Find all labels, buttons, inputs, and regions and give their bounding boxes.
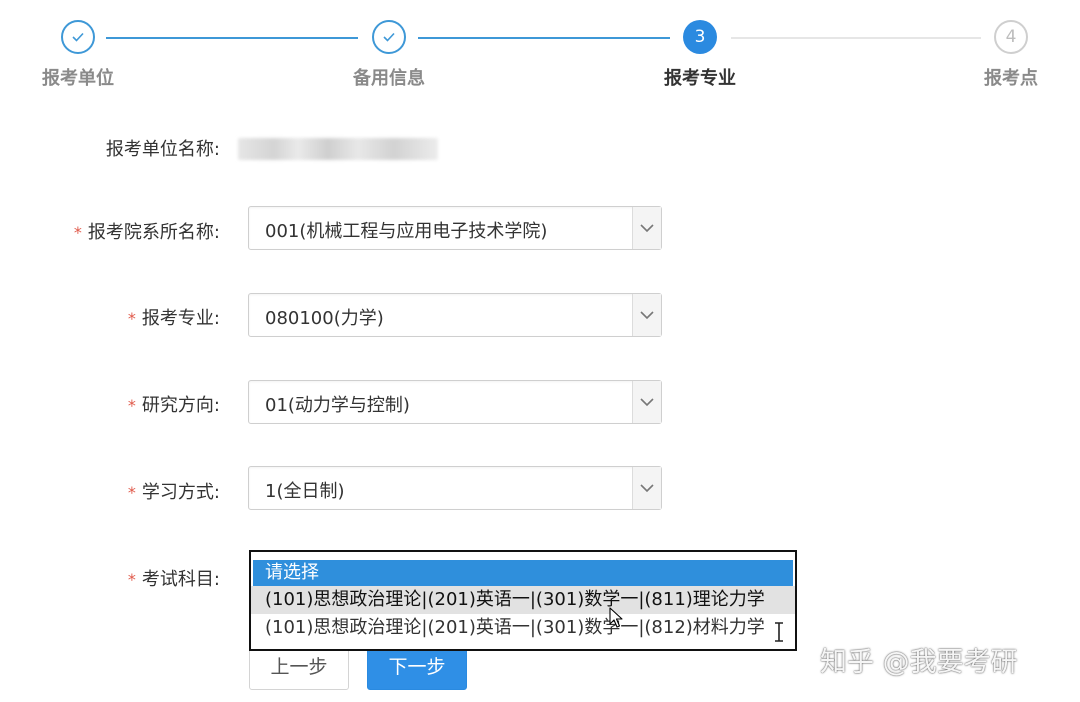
required-mark: *	[73, 223, 82, 242]
study-mode-label: * 学习方式:	[127, 482, 220, 503]
required-mark: *	[127, 396, 136, 415]
chevron-down-icon	[632, 294, 661, 336]
step-1[interactable]: 报考单位	[18, 20, 138, 90]
department-select[interactable]: 001(机械工程与应用电子技术学院)	[248, 206, 662, 250]
mouse-pointer-icon	[609, 607, 623, 633]
unit-name-label: 报考单位名称:	[105, 139, 220, 160]
study-mode-select[interactable]: 1(全日制)	[248, 466, 662, 510]
step-3-number: 3	[683, 20, 717, 54]
direction-select-value: 01(动力学与控制)	[265, 395, 410, 416]
step-4-number: 4	[994, 20, 1028, 54]
exam-subjects-label: * 考试科目:	[127, 569, 220, 590]
step-3: 3 报考专业	[640, 20, 760, 90]
step-2[interactable]: 备用信息	[329, 20, 449, 90]
chevron-down-icon	[632, 207, 661, 249]
chevron-down-icon	[632, 381, 661, 423]
major-label: * 报考专业:	[127, 308, 220, 329]
department-select-value: 001(机械工程与应用电子技术学院)	[265, 221, 548, 242]
step-connector-3-4	[731, 37, 981, 39]
direction-label: * 研究方向:	[127, 395, 220, 416]
check-icon	[372, 20, 406, 54]
step-connector-2-3	[418, 37, 670, 39]
dropdown-option-812[interactable]: (101)思想政治理论|(201)英语一|(301)数学一|(812)材料力学	[251, 614, 795, 642]
step-3-label: 报考专业	[664, 68, 736, 89]
exam-subjects-dropdown[interactable]: 请选择 (101)思想政治理论|(201)英语一|(301)数学一|(811)理…	[249, 550, 797, 651]
step-2-label: 备用信息	[353, 68, 425, 89]
major-select[interactable]: 080100(力学)	[248, 293, 662, 337]
chevron-down-icon	[632, 467, 661, 509]
unit-name-value-blurred	[238, 138, 438, 160]
dropdown-option-placeholder[interactable]: 请选择	[253, 560, 793, 586]
dropdown-option-811[interactable]: (101)思想政治理论|(201)英语一|(301)数学一|(811)理论力学	[251, 586, 795, 614]
zhihu-watermark: 知乎 @我要考研	[820, 647, 1018, 678]
step-1-label: 报考单位	[42, 68, 114, 89]
study-mode-select-value: 1(全日制)	[265, 481, 345, 502]
step-4-label: 报考点	[984, 68, 1038, 89]
step-connector-1-2	[106, 37, 358, 39]
required-mark: *	[127, 483, 136, 502]
step-4: 4 报考点	[951, 20, 1071, 90]
direction-select[interactable]: 01(动力学与控制)	[248, 380, 662, 424]
major-select-value: 080100(力学)	[265, 308, 384, 329]
required-mark: *	[127, 570, 136, 589]
text-cursor-icon	[774, 622, 784, 646]
required-mark: *	[127, 309, 136, 328]
check-icon	[61, 20, 95, 54]
department-label: * 报考院系所名称:	[73, 222, 220, 243]
